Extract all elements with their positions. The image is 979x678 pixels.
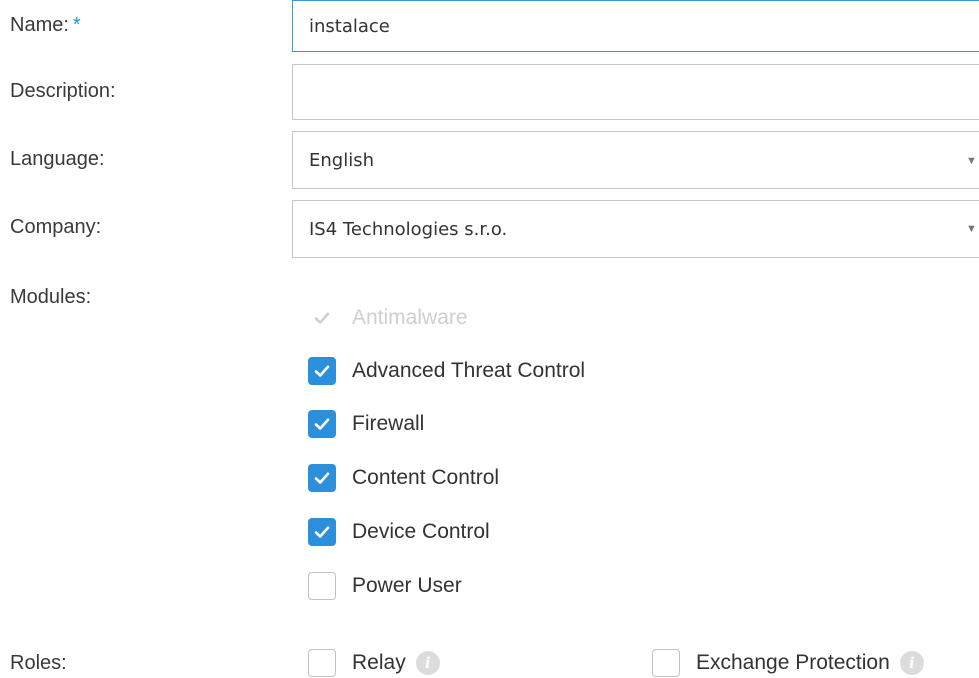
check-icon [314,418,330,430]
check-icon [314,365,330,377]
info-icon[interactable]: i [415,651,440,675]
exchange-protection-label: Exchange Protection [696,651,890,674]
antimalware-checkbox [308,304,336,332]
company-selected-value: IS4 Technologies s.r.o. [309,218,508,240]
content-control-checkbox[interactable] [308,464,336,492]
device-control-label: Device Control [352,520,490,543]
description-label: Description: [10,80,116,102]
check-icon [314,472,330,484]
relay-checkbox[interactable] [308,649,336,677]
required-mark: * [72,14,81,36]
check-icon [314,526,330,538]
role-exchange-protection[interactable]: Exchange Protection i [652,648,924,678]
language-label: Language: [10,148,105,170]
relay-label: Relay [352,651,406,674]
modules-label: Modules: [10,286,92,308]
info-icon[interactable]: i [899,651,924,675]
module-firewall[interactable]: Firewall [308,409,424,439]
description-input[interactable] [309,81,909,103]
device-control-checkbox[interactable] [308,518,336,546]
firewall-label: Firewall [352,412,425,435]
check-icon [314,312,330,324]
advanced-threat-control-label: Advanced Threat Control [352,359,586,382]
chevron-down-icon[interactable]: ▼ [966,223,977,235]
package-form: Name:* Description: Language: English ▼ … [0,0,979,678]
description-field[interactable] [292,64,979,120]
module-advanced-threat-control[interactable]: Advanced Threat Control [308,356,585,386]
antimalware-label: Antimalware [352,306,468,329]
name-input[interactable] [309,15,909,37]
language-select[interactable]: English [292,131,979,189]
firewall-checkbox[interactable] [308,410,336,438]
module-device-control[interactable]: Device Control [308,517,490,547]
module-content-control[interactable]: Content Control [308,463,499,493]
content-control-label: Content Control [352,466,500,489]
exchange-protection-checkbox[interactable] [652,649,680,677]
advanced-threat-control-checkbox[interactable] [308,357,336,385]
module-power-user[interactable]: Power User [308,571,462,601]
name-label: Name: * [10,14,81,36]
module-antimalware: Antimalware [308,303,468,333]
name-field[interactable] [292,0,979,52]
company-label: Company: [10,216,102,238]
chevron-down-icon[interactable]: ▼ [966,155,977,167]
power-user-checkbox[interactable] [308,572,336,600]
roles-label: Roles: [10,652,67,674]
role-relay[interactable]: Relay i [308,648,440,678]
power-user-label: Power User [352,574,462,597]
language-selected-value: English [309,149,374,171]
company-select[interactable]: IS4 Technologies s.r.o. [292,200,979,258]
